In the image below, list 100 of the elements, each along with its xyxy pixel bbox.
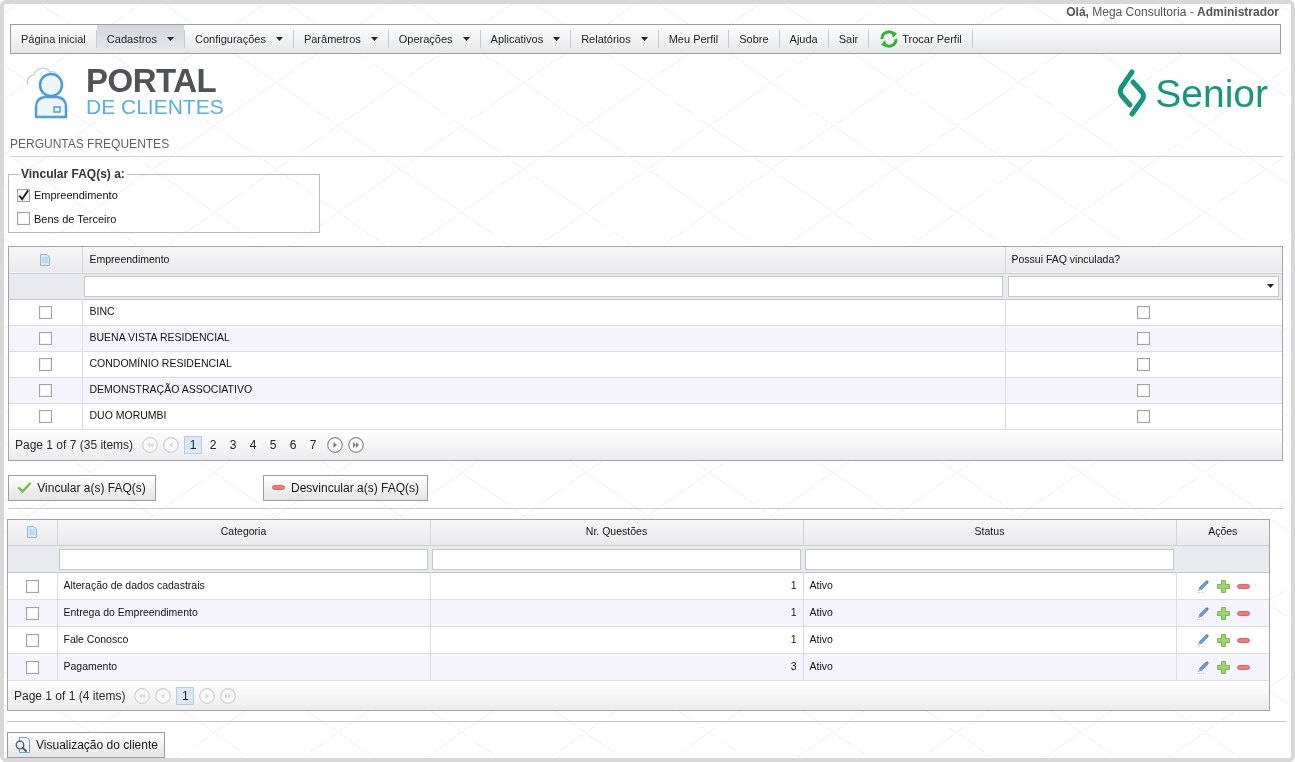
table-cell: 3	[790, 660, 797, 673]
caret-icon	[275, 37, 283, 42]
pager-summary: Page 1 of 7 (35 items)	[15, 436, 134, 454]
filter-dropdown[interactable]	[1008, 275, 1279, 297]
unlink-button[interactable]: Desvincular a(s) FAQ(s)	[263, 474, 428, 501]
edit-icon[interactable]	[1195, 579, 1210, 594]
checkbox[interactable]	[25, 660, 39, 674]
refresh-icon	[879, 30, 900, 49]
checkbox[interactable]	[25, 606, 39, 620]
table-cell: 1	[790, 606, 797, 619]
checkbox[interactable]	[1137, 383, 1151, 397]
minus-icon	[272, 485, 285, 491]
checkbox-label[interactable]: Empreendimento	[34, 187, 118, 204]
edit-icon[interactable]	[1195, 633, 1210, 648]
remove-icon[interactable]	[1236, 610, 1250, 616]
checkbox[interactable]	[38, 357, 52, 371]
page-button[interactable]: 4	[244, 435, 263, 454]
column-header[interactable]: Ações	[1208, 525, 1238, 538]
column-header[interactable]: Status	[974, 525, 1005, 538]
column-header[interactable]: Nr. Questões	[585, 525, 648, 538]
menu-item[interactable]: Página inicial	[11, 25, 96, 54]
table-cell: DEMONSTRAÇÃO ASSOCIATIVO	[89, 383, 253, 396]
panel-legend: Vincular FAQ(s) a:	[19, 165, 127, 184]
menu-item[interactable]: Meu Perfil	[658, 25, 729, 54]
document-icon[interactable]	[27, 526, 38, 539]
filter-field[interactable]	[59, 548, 428, 570]
checkbox[interactable]	[25, 633, 39, 647]
table-cell: 1	[790, 633, 797, 646]
menu-item[interactable]: Configurações	[184, 25, 293, 54]
table-cell: Ativo	[809, 660, 833, 673]
menu-item[interactable]: Trocar Perfil	[869, 25, 972, 54]
page-button[interactable]: 1	[184, 435, 203, 454]
magnifier-document-icon	[14, 737, 31, 753]
menu-item[interactable]: Aplicativos	[480, 25, 571, 54]
checkbox[interactable]	[1137, 409, 1151, 423]
filter-field[interactable]	[432, 548, 801, 570]
menu-item[interactable]: Relatórios	[571, 25, 658, 54]
caret-icon	[553, 37, 561, 42]
greeting-text: Olá, Mega Consultoria - Administrador	[1066, 4, 1279, 20]
caret-icon	[462, 37, 470, 42]
remove-icon[interactable]	[1236, 637, 1250, 643]
table-cell: CONDOMÍNIO RESIDENCIAL	[89, 357, 232, 370]
add-icon[interactable]	[1216, 606, 1230, 620]
remove-icon[interactable]	[1236, 664, 1250, 670]
column-header[interactable]: Empreendimento	[82, 247, 1005, 274]
page-button[interactable]: 5	[264, 435, 283, 454]
checkbox[interactable]	[38, 409, 52, 423]
caret-icon	[1267, 284, 1274, 289]
checkbox[interactable]	[38, 331, 52, 345]
table-cell: Ativo	[809, 606, 833, 619]
table-cell: DUO MORUMBI	[89, 409, 167, 422]
checkbox[interactable]	[17, 212, 30, 226]
checkbox-label[interactable]: Bens de Terceiro	[34, 210, 117, 228]
table-cell: Entrega do Empreendimento	[63, 606, 198, 619]
checkbox[interactable]	[38, 383, 52, 397]
document-icon[interactable]	[40, 253, 51, 266]
page-button[interactable]: 1	[176, 686, 195, 705]
menu-item[interactable]: Sobre	[729, 25, 779, 54]
link-button[interactable]: Vincular a(s) FAQ(s)	[8, 474, 156, 501]
last-page-icon[interactable]	[348, 436, 365, 453]
table-cell: BUENA VISTA RESIDENCIAL	[89, 331, 230, 344]
table-cell: Ativo	[809, 579, 833, 592]
menu-item[interactable]: Operações	[388, 25, 480, 54]
logo-title: PORTAL	[86, 66, 218, 97]
page-button[interactable]: 7	[304, 435, 323, 454]
table-cell: Ativo	[809, 633, 833, 646]
brand-name: Senior	[1155, 73, 1268, 113]
checkbox[interactable]	[17, 188, 30, 202]
remove-icon[interactable]	[1236, 583, 1250, 589]
table-cell: BINC	[89, 305, 115, 318]
pager-summary: Page 1 of 1 (4 items)	[14, 687, 126, 705]
preview-button[interactable]: Visualização do cliente	[7, 732, 165, 758]
menu-item[interactable]: Sair	[828, 25, 869, 54]
logo-subtitle: DE CLIENTES	[86, 96, 224, 119]
caret-icon	[370, 37, 378, 42]
filter-field[interactable]	[805, 548, 1174, 570]
add-icon[interactable]	[1216, 633, 1230, 647]
table-cell: Fale Conosco	[63, 633, 129, 646]
filter-field[interactable]	[84, 275, 1003, 297]
page-button[interactable]: 6	[284, 435, 303, 454]
column-header[interactable]: Categoria	[220, 525, 267, 538]
page-title: PERGUNTAS FREQUENTES	[10, 136, 170, 154]
add-icon[interactable]	[1216, 660, 1230, 674]
menu-item[interactable]: Ajuda	[779, 25, 828, 54]
table-cell: Pagamento	[63, 660, 118, 673]
next-page-icon[interactable]	[327, 436, 344, 453]
edit-icon[interactable]	[1195, 660, 1210, 675]
page-button[interactable]: 3	[224, 435, 243, 454]
checkbox[interactable]	[38, 305, 52, 319]
menu-item[interactable]: Parâmetros	[293, 25, 388, 54]
table-cell: 1	[790, 579, 797, 592]
checkbox[interactable]	[1137, 305, 1151, 319]
checkbox[interactable]	[25, 579, 39, 593]
edit-icon[interactable]	[1195, 606, 1210, 621]
add-icon[interactable]	[1216, 579, 1230, 593]
checkbox[interactable]	[1137, 357, 1151, 371]
page-button[interactable]: 2	[204, 435, 223, 454]
column-header[interactable]: Possui FAQ vinculada?	[1005, 247, 1282, 274]
checkbox[interactable]	[1137, 331, 1151, 345]
caret-icon	[166, 37, 174, 42]
